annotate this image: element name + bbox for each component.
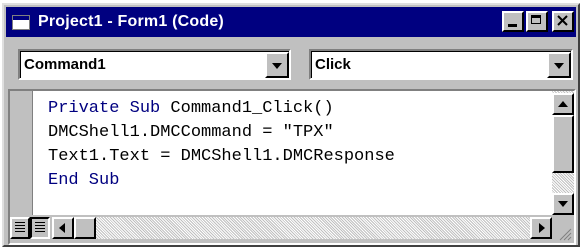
maximize-button[interactable] xyxy=(526,11,548,32)
scroll-down-button[interactable] xyxy=(552,193,574,215)
window-title: Project1 - Form1 (Code) xyxy=(38,13,224,30)
code-keyword: Private Sub xyxy=(48,99,161,118)
scroll-right-button[interactable] xyxy=(530,217,552,239)
code-line: End Sub xyxy=(48,169,395,193)
code-text-segment: Command1_Click() xyxy=(160,99,334,118)
full-module-view-button[interactable] xyxy=(30,217,50,239)
close-button[interactable] xyxy=(552,11,574,32)
scroll-up-button[interactable] xyxy=(552,93,574,115)
procedure-view-icon xyxy=(15,222,25,234)
margin-indicator-bar[interactable] xyxy=(10,91,33,215)
bottom-bar xyxy=(10,215,574,243)
object-dropdown[interactable]: Command1 xyxy=(18,49,291,80)
resize-grip-icon xyxy=(559,228,572,241)
code-text-segment: Text1.Text = DMCShell1.DMCResponse xyxy=(48,147,395,166)
code-text-segment: DMCShell1.DMCCommand = "TPX" xyxy=(48,123,334,142)
procedure-dropdown[interactable]: Click xyxy=(309,49,573,80)
resize-grip[interactable] xyxy=(552,217,574,243)
chevron-down-icon[interactable] xyxy=(265,52,289,78)
code-line: DMCShell1.DMCCommand = "TPX" xyxy=(48,121,395,145)
horizontal-scrollbar-track[interactable] xyxy=(96,217,530,239)
procedure-view-button[interactable] xyxy=(10,217,30,239)
code-line: Text1.Text = DMCShell1.DMCResponse xyxy=(48,145,395,169)
full-module-view-icon xyxy=(35,222,45,234)
object-dropdown-value: Command1 xyxy=(24,56,106,73)
app-icon[interactable] xyxy=(12,14,30,30)
title-bar[interactable]: Project1 - Form1 (Code) xyxy=(6,7,576,37)
code-text[interactable]: Private Sub Command1_Click() DMCShell1.DM… xyxy=(48,97,395,193)
chevron-down-icon[interactable] xyxy=(547,52,571,78)
scroll-left-button[interactable] xyxy=(52,217,74,239)
vertical-scrollbar[interactable] xyxy=(552,91,574,215)
window-controls xyxy=(502,11,574,32)
horizontal-scroll-thumb[interactable] xyxy=(74,217,96,239)
code-window: Project1 - Form1 (Code) Command1 Click P… xyxy=(2,3,580,247)
code-line: Private Sub Command1_Click() xyxy=(48,97,395,121)
minimize-button[interactable] xyxy=(502,11,524,32)
close-icon xyxy=(557,15,568,26)
vertical-scroll-thumb[interactable] xyxy=(552,115,574,173)
code-editor[interactable]: Private Sub Command1_Click() DMCShell1.DM… xyxy=(8,89,576,245)
code-keyword: End Sub xyxy=(48,171,120,190)
procedure-dropdown-value: Click xyxy=(315,56,351,73)
